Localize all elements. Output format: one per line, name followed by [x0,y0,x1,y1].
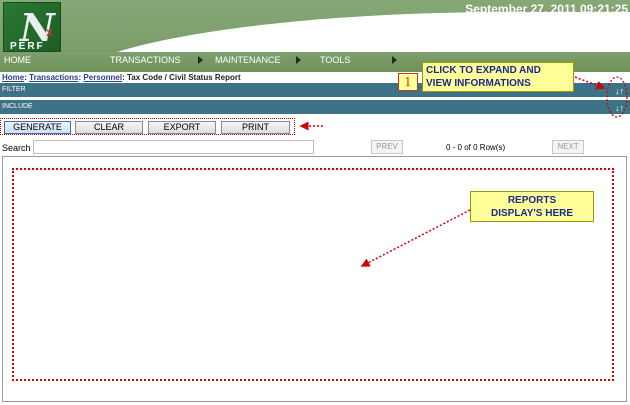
app-logo[interactable]: N x PERF [3,2,61,52]
breadcrumb-home[interactable]: Home [2,73,24,82]
nav-item-tools[interactable]: TOOLS [320,55,350,65]
logout-link[interactable]: Logout [594,37,622,47]
chevron-right-icon [392,56,397,64]
report-callout-line-1: REPORTS [507,195,557,206]
breadcrumb-personnel[interactable]: Personnel [83,73,122,82]
callout-line-1: CLICK TO EXPAND AND [426,65,541,76]
breadcrumb: Home: Transactions: Personnel: Tax Code … [2,73,241,82]
clear-button[interactable]: CLEAR [75,121,143,134]
header-datetime: September 27, 2011 09:21:25 [465,2,628,16]
logo-sub: x [46,25,53,39]
filter-bar-label: FILTER [2,86,26,93]
current-user: DELA CRUZ, JUAN [470,37,550,47]
nav-item-transactions[interactable]: TRANSACTIONS [110,55,181,65]
breadcrumb-sep: : [122,73,125,82]
breadcrumb-transactions[interactable]: Transactions [29,73,78,82]
chevron-right-icon [296,56,301,64]
search-input[interactable] [33,140,314,154]
include-bar-label: INCLUDE [2,103,33,110]
include-bar[interactable]: INCLUDE ↓↑ [0,100,630,114]
header-separator: | [559,37,562,47]
nav-item-home[interactable]: HOME [4,55,31,65]
print-button[interactable]: PRINT [221,121,290,134]
callout-number: 1 [398,73,418,91]
breadcrumb-sep: : [78,73,82,82]
expand-toggle-icon[interactable]: ↓↑ [615,84,624,98]
action-buttons: GENERATE CLEAR EXPORT PRINT [0,118,295,135]
generate-button[interactable]: GENERATE [4,121,71,134]
report-callout-line-2: DISPLAY'S HERE [490,208,574,219]
prev-button[interactable]: PREV [371,140,403,154]
breadcrumb-current: Tax Code / Civil Status Report [127,73,241,82]
expand-callout: CLICK TO EXPAND AND VIEW INFORMATIONS [422,62,574,92]
expand-toggle-icon[interactable]: ↓↑ [615,101,624,115]
next-button[interactable]: NEXT [552,140,584,154]
pager-info: 0 - 0 of 0 Row(s) [446,143,506,152]
breadcrumb-sep: : [24,73,27,82]
report-callout: REPORTS DISPLAY'S HERE [470,191,594,222]
logo-text: PERF [10,41,45,52]
callout-line-2: VIEW INFORMATIONS [426,78,531,89]
chevron-right-icon [198,56,203,64]
search-label: Search [2,143,31,153]
nav-item-maintenance[interactable]: MAINTENANCE [215,55,281,65]
export-button[interactable]: EXPORT [148,121,216,134]
